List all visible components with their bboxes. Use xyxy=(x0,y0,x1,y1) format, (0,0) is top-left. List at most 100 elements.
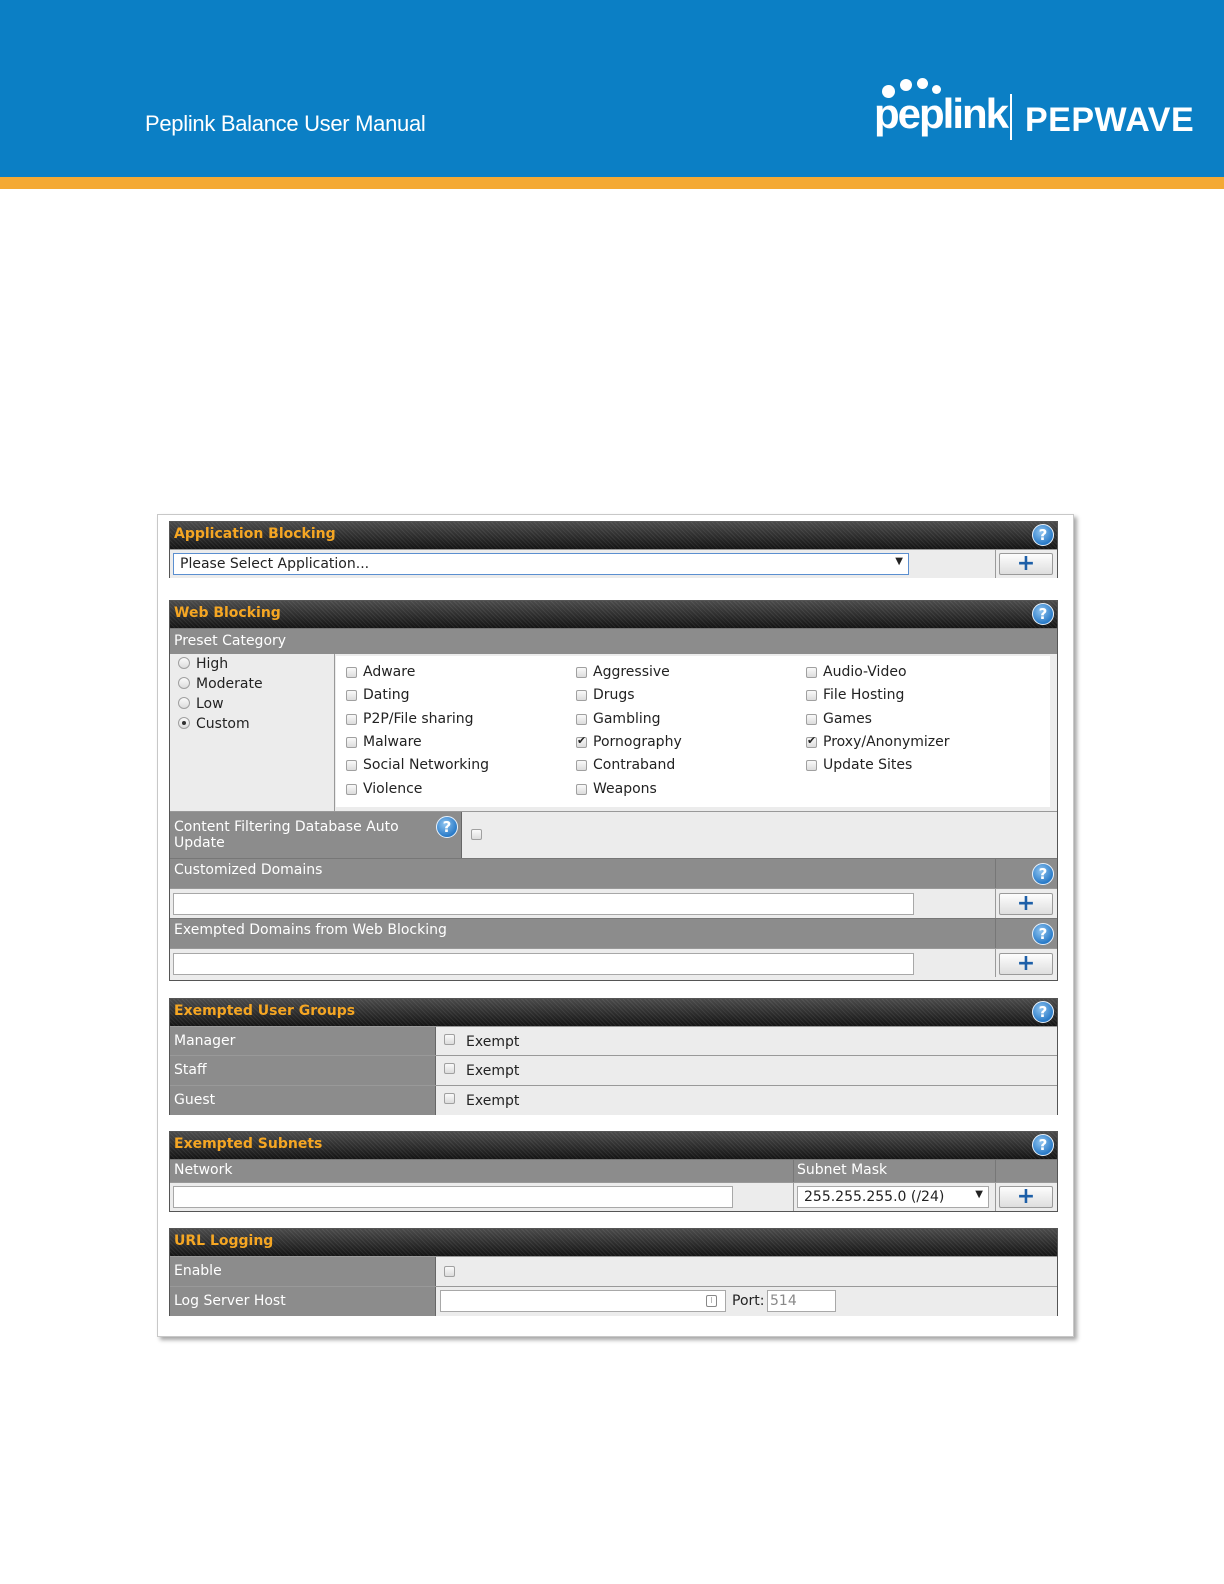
category-checkbox[interactable] xyxy=(576,734,587,748)
user-group-label-cell: Manager xyxy=(170,1027,436,1055)
customized-domains-row: + xyxy=(170,888,1057,918)
customized-domain-input[interactable] xyxy=(173,893,914,915)
user-group-label: Manager xyxy=(174,1033,236,1049)
url-logging-enable-row: Enable xyxy=(170,1256,1057,1286)
subnet-mask-select[interactable]: 255.255.255.0 (/24) ▼ xyxy=(797,1186,989,1208)
category-checkbox[interactable] xyxy=(806,713,817,725)
auto-update-row: Content Filtering Database Auto Update ? xyxy=(170,811,1057,858)
application-select-row: Please Select Application... ▼ + xyxy=(170,549,1057,578)
preset-radio-group: High Moderate Low Custom xyxy=(170,654,335,811)
category-checkbox[interactable] xyxy=(346,783,357,795)
preset-radio-custom[interactable] xyxy=(178,717,190,729)
category-checkbox[interactable] xyxy=(806,690,817,702)
user-group-label-cell: Guest xyxy=(170,1086,436,1115)
divider xyxy=(995,949,996,977)
application-select[interactable]: Please Select Application... ▼ xyxy=(173,553,909,575)
help-icon[interactable]: ? xyxy=(436,816,458,838)
category-checkbox[interactable] xyxy=(806,734,817,748)
category-checkbox[interactable] xyxy=(346,760,357,772)
user-group-label: Staff xyxy=(174,1062,207,1078)
category-label: Aggressive xyxy=(593,664,670,680)
category-label: Drugs xyxy=(593,687,635,704)
exempt-label: Exempt xyxy=(466,1093,520,1109)
category-checkbox[interactable] xyxy=(576,760,587,772)
exempted-domain-input[interactable] xyxy=(173,953,914,975)
preset-radio-low[interactable] xyxy=(178,697,190,709)
section-title: Exempted Subnets xyxy=(174,1136,323,1152)
divider xyxy=(995,889,996,918)
category-label: Adware xyxy=(363,664,416,680)
exempted-subnets-header: Exempted Subnets ? xyxy=(170,1132,1057,1159)
exempted-subnets-table: Exempted Subnets ? Network Subnet Mask 2… xyxy=(169,1131,1058,1212)
enable-label-cell: Enable xyxy=(170,1257,436,1286)
category-checkbox[interactable] xyxy=(346,736,357,748)
category-checkbox[interactable] xyxy=(346,713,357,725)
chevron-down-icon: ▼ xyxy=(895,556,903,567)
url-logging-table: URL Logging Enable Log Server Host ⁝ Por… xyxy=(169,1228,1058,1316)
divider xyxy=(793,1160,794,1182)
user-group-label-cell: Staff xyxy=(170,1056,436,1085)
help-icon[interactable]: ? xyxy=(1032,923,1054,945)
category-checkbox[interactable] xyxy=(576,690,587,702)
add-exempted-domain-button[interactable]: + xyxy=(999,953,1053,975)
web-blocking-header: Web Blocking ? xyxy=(170,601,1057,628)
category-checkbox[interactable] xyxy=(576,783,587,795)
help-icon[interactable]: ? xyxy=(1032,1001,1054,1023)
preset-radio-high[interactable] xyxy=(178,657,190,669)
log-server-row: Log Server Host ⁝ Port: 514 xyxy=(170,1286,1057,1316)
auto-update-label: Content Filtering Database Auto Update xyxy=(174,819,399,851)
log-server-host-input[interactable]: ⁝ xyxy=(440,1290,726,1312)
exempt-checkbox-staff[interactable] xyxy=(444,1063,455,1074)
category-label: Violence xyxy=(363,780,423,797)
category-checkbox[interactable] xyxy=(576,667,587,678)
network-input[interactable] xyxy=(173,1186,733,1208)
category-checkbox[interactable] xyxy=(346,667,357,678)
logo-pepwave: PEPWAVE xyxy=(1025,101,1195,139)
user-group-label: Guest xyxy=(174,1092,216,1108)
application-blocking-table: Application Blocking ? Please Select App… xyxy=(169,521,1058,578)
add-application-button[interactable]: + xyxy=(999,553,1053,575)
category-checkbox[interactable] xyxy=(576,713,587,725)
url-logging-enable-checkbox[interactable] xyxy=(444,1266,455,1277)
category-checkbox[interactable] xyxy=(346,690,357,702)
category-label: Dating xyxy=(363,687,410,704)
exempted-user-groups-table: Exempted User Groups ? Manager Exempt St… xyxy=(169,998,1058,1115)
divider xyxy=(995,550,996,578)
category-label: Proxy/Anonymizer xyxy=(823,733,950,750)
preset-radio-moderate[interactable] xyxy=(178,677,190,689)
preset-label-low: Low xyxy=(196,696,224,712)
preset-category-row: High Moderate Low Custom Adware Aggressiv… xyxy=(170,654,1057,811)
section-title: Web Blocking xyxy=(174,605,281,621)
network-column-label: Network xyxy=(174,1162,233,1178)
port-input[interactable]: 514 xyxy=(767,1290,836,1312)
exempt-checkbox-guest[interactable] xyxy=(444,1093,455,1104)
exempted-domains-row: + xyxy=(170,948,1057,977)
preset-label-high: High xyxy=(196,656,229,672)
category-label: Pornography xyxy=(593,733,682,750)
help-icon[interactable]: ? xyxy=(1032,603,1054,625)
section-title: Application Blocking xyxy=(174,526,336,542)
logo-peplink: peplink xyxy=(874,90,1009,137)
add-customized-domain-button[interactable]: + xyxy=(999,893,1053,915)
category-checkbox[interactable] xyxy=(806,667,817,678)
document-title: Peplink Balance User Manual xyxy=(145,111,426,136)
exempt-checkbox-manager[interactable] xyxy=(444,1034,455,1045)
auto-update-checkbox[interactable] xyxy=(471,829,482,840)
add-subnet-button[interactable]: + xyxy=(999,1186,1053,1208)
port-value: 514 xyxy=(770,1293,797,1309)
logo-divider xyxy=(1010,94,1012,140)
auto-update-label-line-1: Content Filtering Database Auto xyxy=(174,819,399,835)
help-icon[interactable]: ? xyxy=(1032,1134,1054,1156)
help-icon[interactable]: ? xyxy=(1032,863,1054,885)
field-autofill-icon: ⁝ xyxy=(706,1295,717,1307)
subnet-columns-header: Network Subnet Mask xyxy=(170,1159,1057,1182)
category-label: Update Sites xyxy=(823,757,913,774)
category-checkbox[interactable] xyxy=(806,760,817,772)
category-checkbox-grid: Adware Aggressive Audio-Video Dating Drugs Fi… xyxy=(336,656,1050,807)
help-icon[interactable]: ? xyxy=(1032,524,1054,546)
category-label: File Hosting xyxy=(823,687,905,704)
user-group-row-guest: Guest Exempt xyxy=(170,1085,1057,1115)
category-label: Weapons xyxy=(593,780,657,797)
subnet-input-row: 255.255.255.0 (/24) ▼ + xyxy=(170,1182,1057,1211)
exempted-user-groups-header: Exempted User Groups ? xyxy=(170,999,1057,1026)
